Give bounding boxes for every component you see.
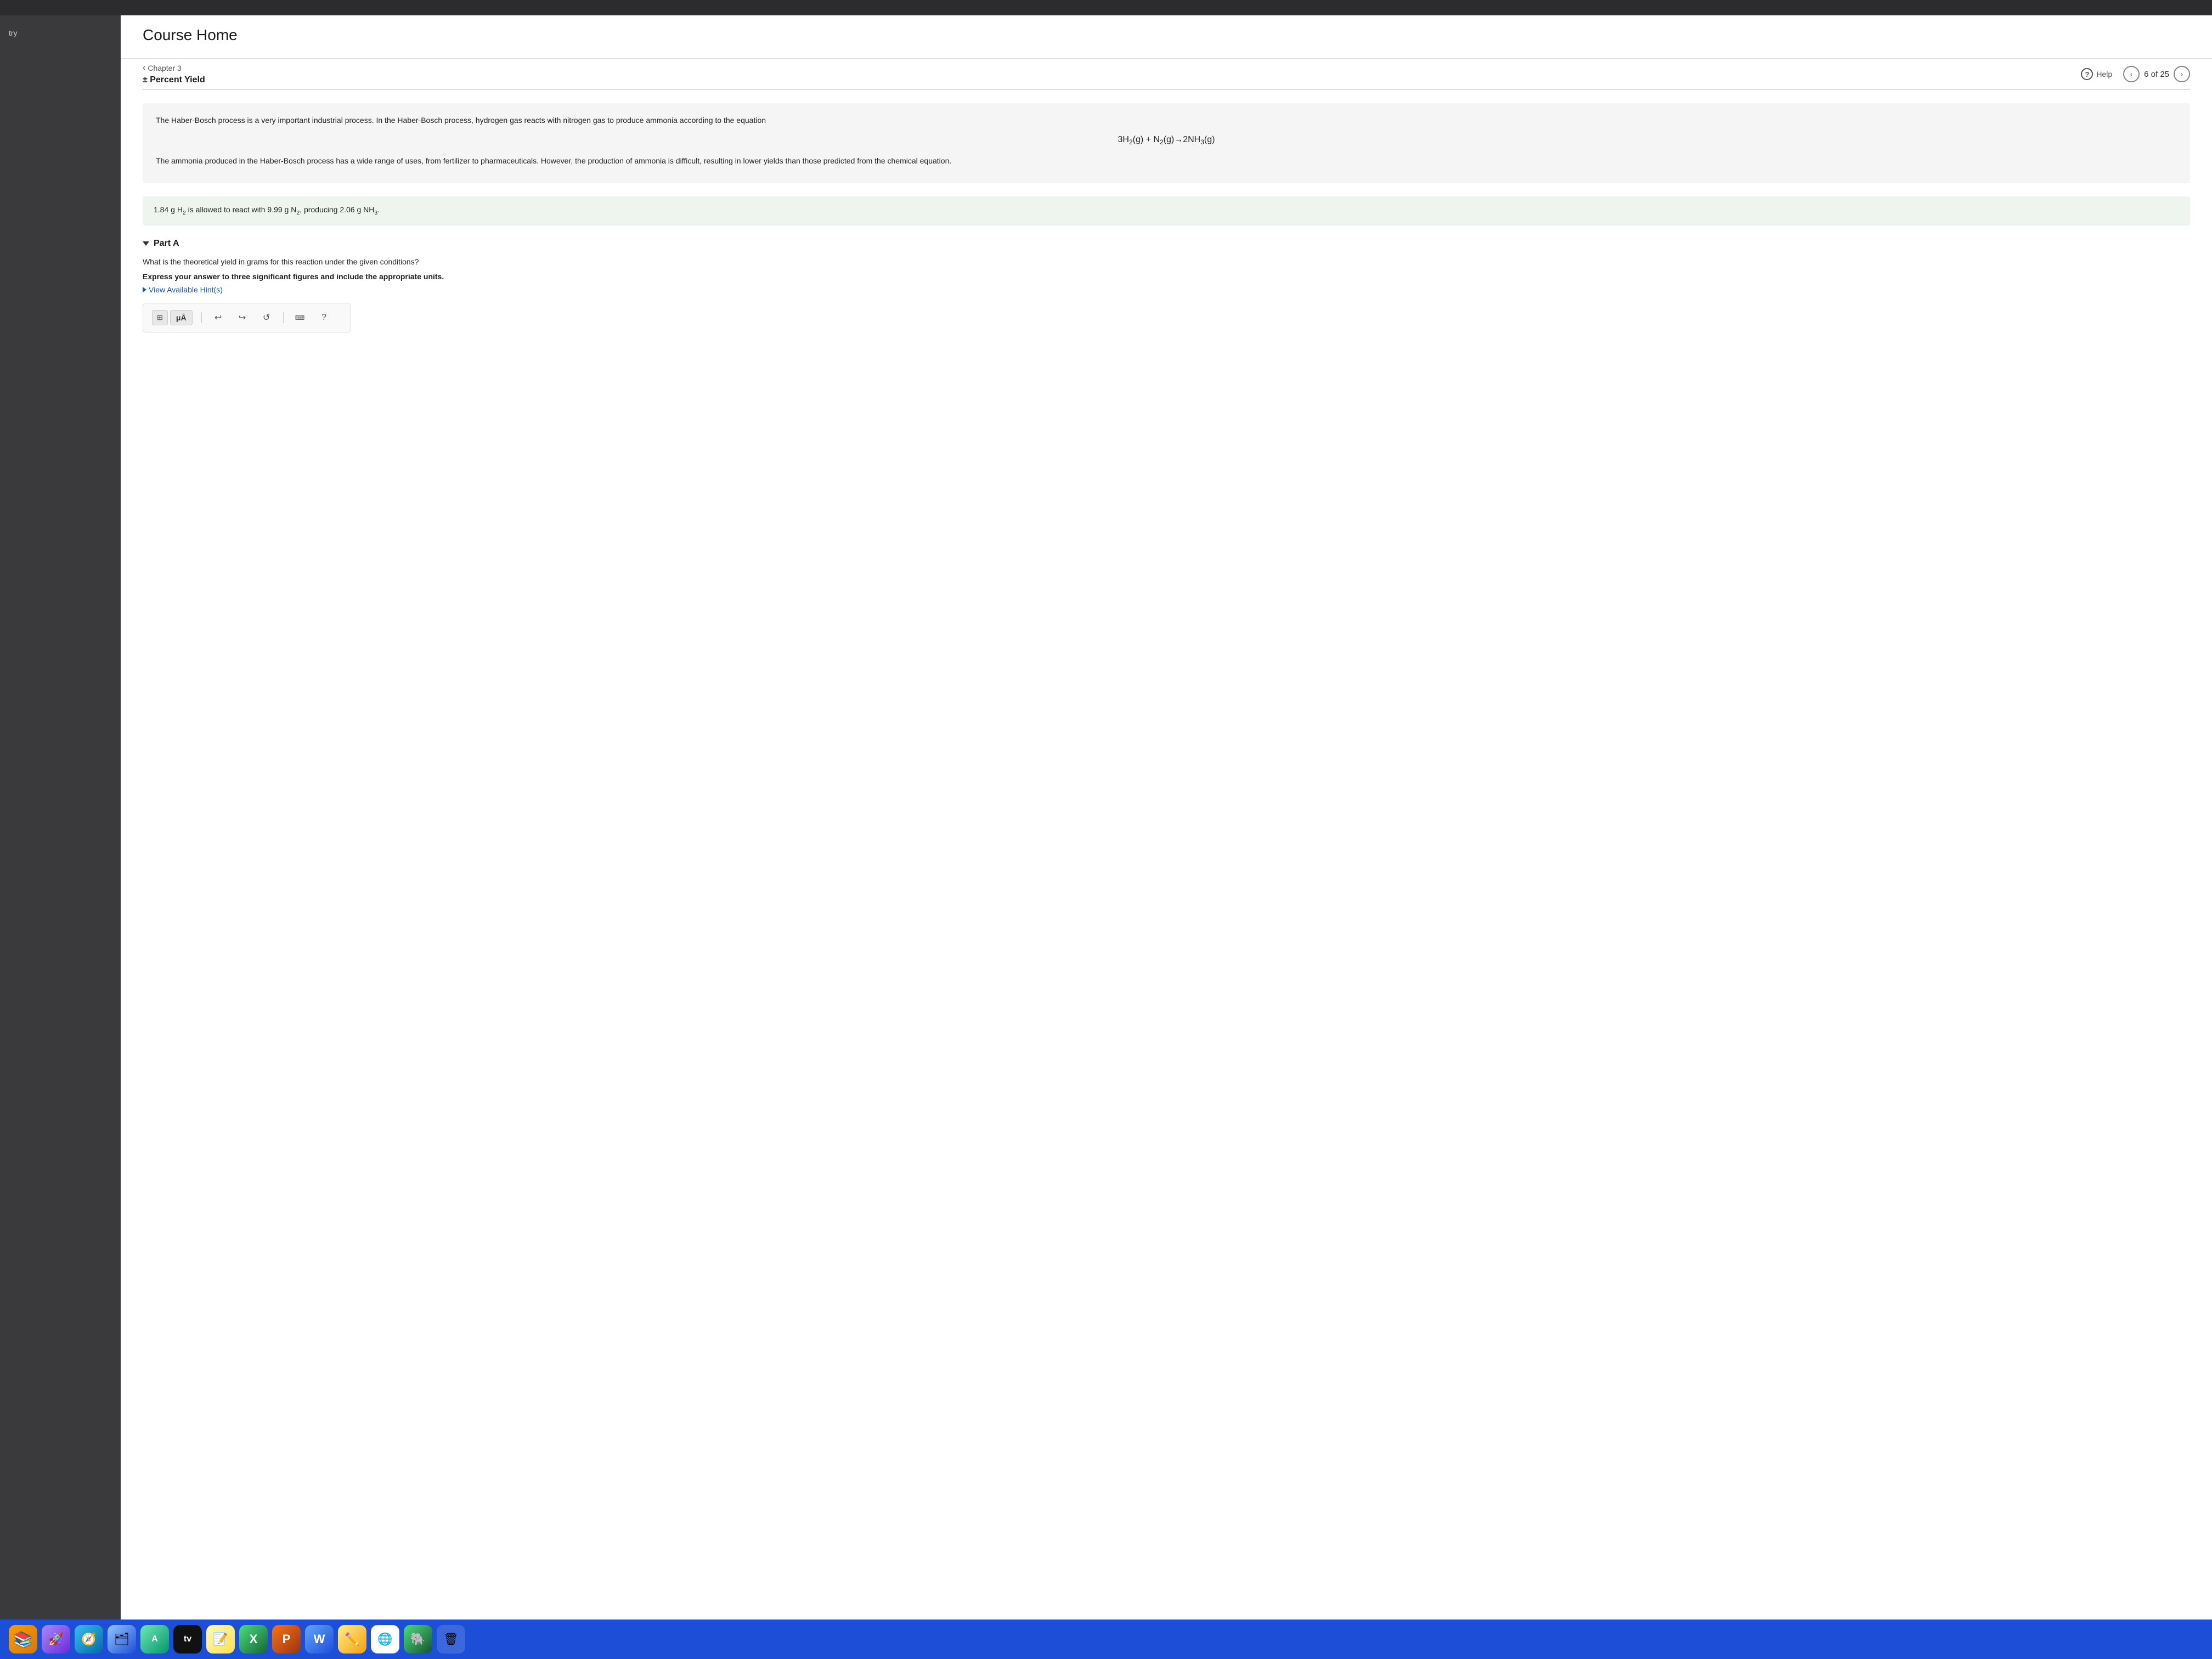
hint-arrow-icon [143,287,146,292]
redo-button[interactable]: ↪ [235,310,250,325]
undo-button[interactable]: ↩ [211,310,226,325]
dock-item-launchpad[interactable]: 🚀 [42,1625,70,1654]
dock-item-chrome[interactable]: 🌐 [371,1625,399,1654]
problem-intro-box: The Haber-Bosch process is a very import… [143,103,2190,183]
top-bar [0,0,2212,15]
dock-item-books[interactable]: 📚 [9,1625,37,1654]
mu-button[interactable]: μÅ [170,310,193,325]
chapter-link[interactable]: Chapter 3 [143,63,205,73]
grid-icon: ⊞ [157,313,163,322]
toolbar-help-button[interactable]: ? [317,310,332,325]
intro-paragraph-1: The Haber-Bosch process is a very import… [156,114,2177,126]
dock-item-finder[interactable]: 🗂 [108,1625,136,1654]
scenario-text: 1.84 g H2 is allowed to react with 9.99 … [154,205,380,214]
dock-item-safari[interactable]: 🧭 [75,1625,103,1654]
main-area: try Course Home Chapter 3 ± Percent Yiel… [0,15,2212,1620]
prev-page-button[interactable]: ‹ [2123,66,2140,82]
question-text: What is the theoretical yield in grams f… [143,256,2190,268]
dock-item-word[interactable]: W [305,1625,334,1654]
dock-item-trash[interactable]: 🗑 [437,1625,465,1654]
keyboard-icon: ⌨ [295,314,304,321]
sidebar: try [0,15,121,1620]
part-a-header[interactable]: Part A [143,239,2190,249]
hint-link[interactable]: View Available Hint(s) [143,285,2190,294]
dock: 📚 🚀 🧭 🗂 A tv 📝 X P W ✏️ 🌐 🐘 🗑 [0,1620,2212,1659]
content-header: Course Home [121,15,2212,59]
reset-button[interactable]: ↺ [259,310,274,325]
help-label: Help [2096,70,2112,78]
reset-icon: ↺ [263,312,270,323]
dock-item-maps[interactable]: A [140,1625,169,1654]
mu-label: μÅ [176,313,187,322]
dock-item-notes[interactable]: 📝 [206,1625,235,1654]
toolbar-help-label: ? [321,313,326,323]
toolbar-sep-1 [201,312,202,323]
intro-paragraph-2: The ammonia produced in the Haber-Bosch … [156,155,2177,167]
help-icon: ? [2081,68,2093,80]
sidebar-partial-text: try [0,24,121,42]
toolbar-format-group: ⊞ μÅ [152,310,193,325]
grid-button[interactable]: ⊞ [152,310,168,325]
toolbar-sep-2 [283,312,284,323]
right-controls: ? Help ‹ 6 of 25 › [2081,66,2190,82]
scenario-box: 1.84 g H2 is allowed to react with 9.99 … [143,196,2190,225]
dock-item-pencil[interactable]: ✏️ [338,1625,366,1654]
help-button[interactable]: ? Help [2081,68,2112,80]
pagination: ‹ 6 of 25 › [2123,66,2190,82]
part-a-section: Part A What is the theoretical yield in … [143,239,2190,332]
nav-row: Chapter 3 ± Percent Yield ? Help ‹ 6 of … [121,59,2212,89]
content-area: Course Home Chapter 3 ± Percent Yield ? … [121,15,2212,1620]
answer-toolbar: ⊞ μÅ ↩ ↪ ↺ [143,303,351,332]
redo-icon: ↪ [239,312,246,323]
next-page-button[interactable]: › [2174,66,2190,82]
hint-link-text: View Available Hint(s) [149,285,223,294]
keyboard-button[interactable]: ⌨ [292,310,308,325]
dock-item-evernote[interactable]: 🐘 [404,1625,432,1654]
answer-instruction: Express your answer to three significant… [143,272,2190,281]
page-info: 6 of 25 [2144,70,2169,79]
dock-item-excel[interactable]: X [239,1625,268,1654]
chemical-equation: 3H2(g) + N2(g)→2NH3(g) [156,133,2177,148]
problem-content: The Haber-Bosch process is a very import… [121,90,2212,1620]
part-a-title: Part A [154,239,179,249]
dock-item-powerpoint[interactable]: P [272,1625,301,1654]
dock-item-appletv[interactable]: tv [173,1625,202,1654]
breadcrumb: Chapter 3 ± Percent Yield [143,63,205,85]
part-a-toggle-icon [143,241,149,246]
page-title: Course Home [143,26,2190,44]
undo-icon: ↩ [215,312,222,323]
section-title: ± Percent Yield [143,75,205,85]
